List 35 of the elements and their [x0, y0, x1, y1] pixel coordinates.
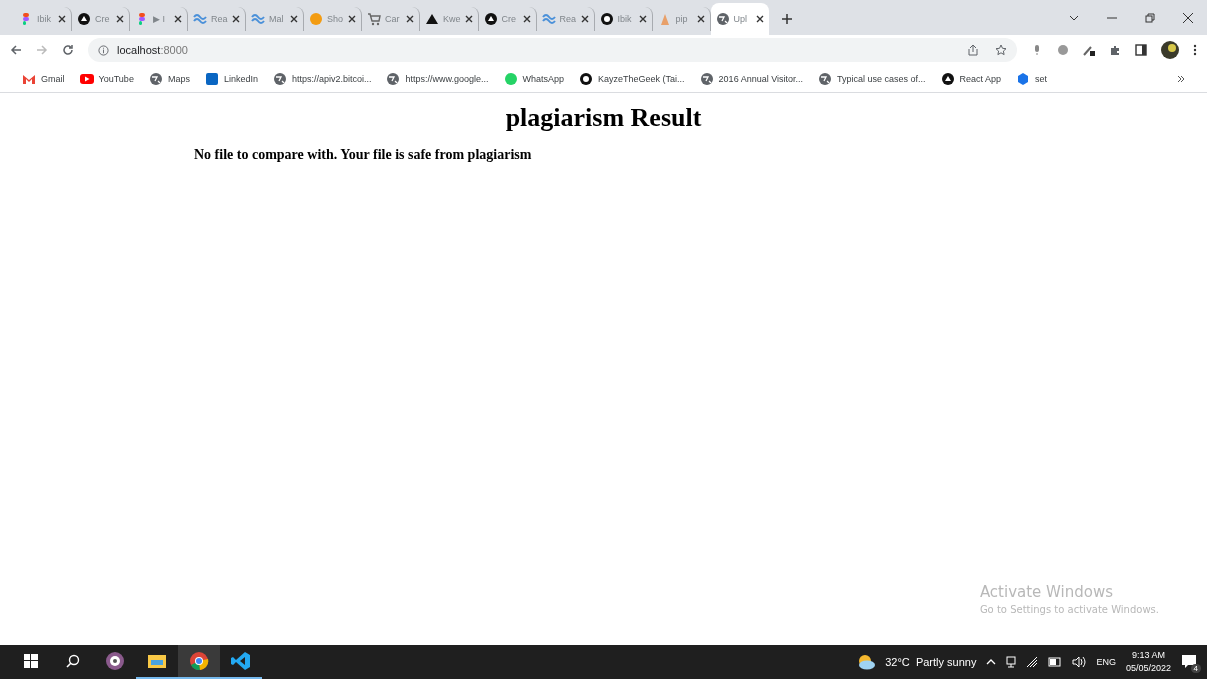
tab-title: Cre: [501, 14, 518, 24]
weather-text[interactable]: 32°C Partly sunny: [885, 656, 977, 668]
result-message: No file to compare with. Your file is safe from plagiarism: [194, 147, 533, 163]
bookmark[interactable]: 2016 Annual Visitor...: [699, 71, 803, 86]
tab-title: Car: [385, 14, 401, 24]
tab-title: Sho: [327, 14, 344, 24]
tab-title: pip: [675, 14, 689, 24]
activation-title: Activate Windows: [979, 583, 1115, 601]
tab-title: Mal: [269, 14, 285, 24]
notification-count: 4: [1190, 664, 1201, 673]
tab-title: Ibik: [37, 14, 52, 24]
browser-tab[interactable]: Upl: [710, 3, 769, 35]
bookmark[interactable]: YouTube: [79, 71, 134, 86]
tab-title: ▶ I: [153, 14, 166, 24]
bookmark[interactable]: React App: [940, 71, 1002, 86]
page-heading: plagiarism Result: [504, 103, 703, 133]
bookmark[interactable]: Maps: [148, 71, 190, 86]
address-bar[interactable]: localhost:8000: [88, 38, 1017, 62]
tab-title: Kwe: [443, 14, 461, 24]
tab-title: Rea: [559, 14, 577, 24]
bookmark[interactable]: Typical use cases of...: [818, 71, 926, 86]
bookmark[interactable]: KayzeTheGeek (Tai...: [579, 71, 685, 86]
bookmark[interactable]: WhatsApp: [503, 71, 565, 86]
language-indicator[interactable]: ENG: [1096, 657, 1116, 667]
tab-title: Upl: [733, 14, 749, 24]
tab-title: Rea: [211, 14, 228, 24]
bookmark[interactable]: https://www.google...: [386, 71, 489, 86]
tab-title: Ibik: [617, 14, 633, 24]
clock[interactable]: 9:13 AM 05/05/2022: [1125, 649, 1171, 675]
bookmark[interactable]: Gmail: [22, 71, 65, 86]
bookmark[interactable]: set: [1016, 71, 1048, 86]
bookmark[interactable]: https://apiv2.bitcoi...: [272, 71, 372, 86]
activation-hint: Go to Settings to activate Windows.: [979, 604, 1159, 615]
tab-title: Cre: [95, 14, 111, 24]
bookmark[interactable]: LinkedIn: [204, 71, 258, 86]
